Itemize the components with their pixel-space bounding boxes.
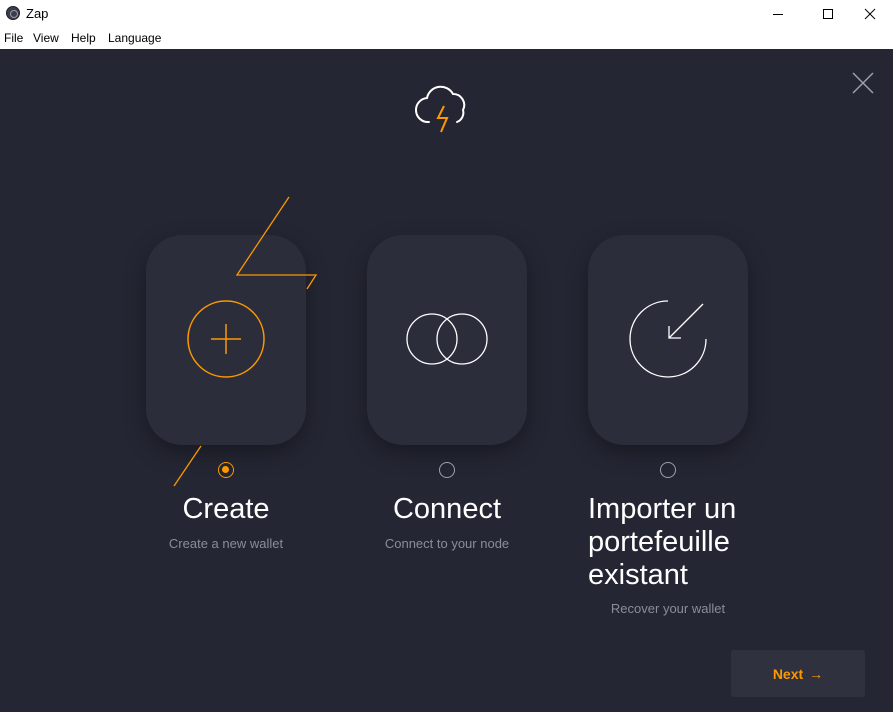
- radio-connect[interactable]: [439, 462, 455, 478]
- import-title-line: existant: [588, 559, 688, 591]
- arrow-right-icon: →: [809, 665, 824, 682]
- menu-language[interactable]: Language: [108, 31, 161, 45]
- next-button-label: Next: [772, 665, 804, 682]
- minimize-button[interactable]: [755, 0, 801, 28]
- import-arrow-icon: [629, 300, 707, 378]
- import-title-line: Importer un: [588, 493, 737, 525]
- menu-view[interactable]: View: [33, 31, 59, 45]
- menu-help[interactable]: Help: [71, 31, 96, 45]
- minimize-icon: [773, 14, 783, 15]
- app-icon: [6, 6, 20, 20]
- import-subtitle: Recover your wallet: [610, 601, 726, 616]
- create-title: Create: [182, 493, 270, 525]
- radio-import[interactable]: [660, 462, 676, 478]
- close-icon: [864, 8, 876, 20]
- import-title-line: portefeuille: [588, 526, 730, 558]
- create-subtitle: Create a new wallet: [168, 536, 284, 551]
- connect-subtitle: Connect to your node: [384, 536, 510, 551]
- menu-bar: File View Help Language: [0, 28, 893, 48]
- import-title: Importer un portefeuille existant: [588, 493, 788, 592]
- radio-create[interactable]: [218, 462, 234, 478]
- onboarding-screen: Create Create a new wallet Connect Conne…: [0, 49, 893, 712]
- connect-node-card[interactable]: [367, 235, 527, 445]
- linked-circles-icon: [406, 313, 488, 365]
- window-titlebar: Zap: [0, 0, 893, 28]
- close-window-button[interactable]: [847, 0, 893, 28]
- window-title: Zap: [26, 6, 49, 21]
- next-button[interactable]: Next →: [731, 650, 865, 697]
- menu-file[interactable]: File: [4, 31, 23, 45]
- import-wallet-card[interactable]: [588, 235, 748, 445]
- maximize-icon: [823, 9, 833, 19]
- connect-title: Connect: [392, 493, 501, 525]
- maximize-button[interactable]: [805, 0, 851, 28]
